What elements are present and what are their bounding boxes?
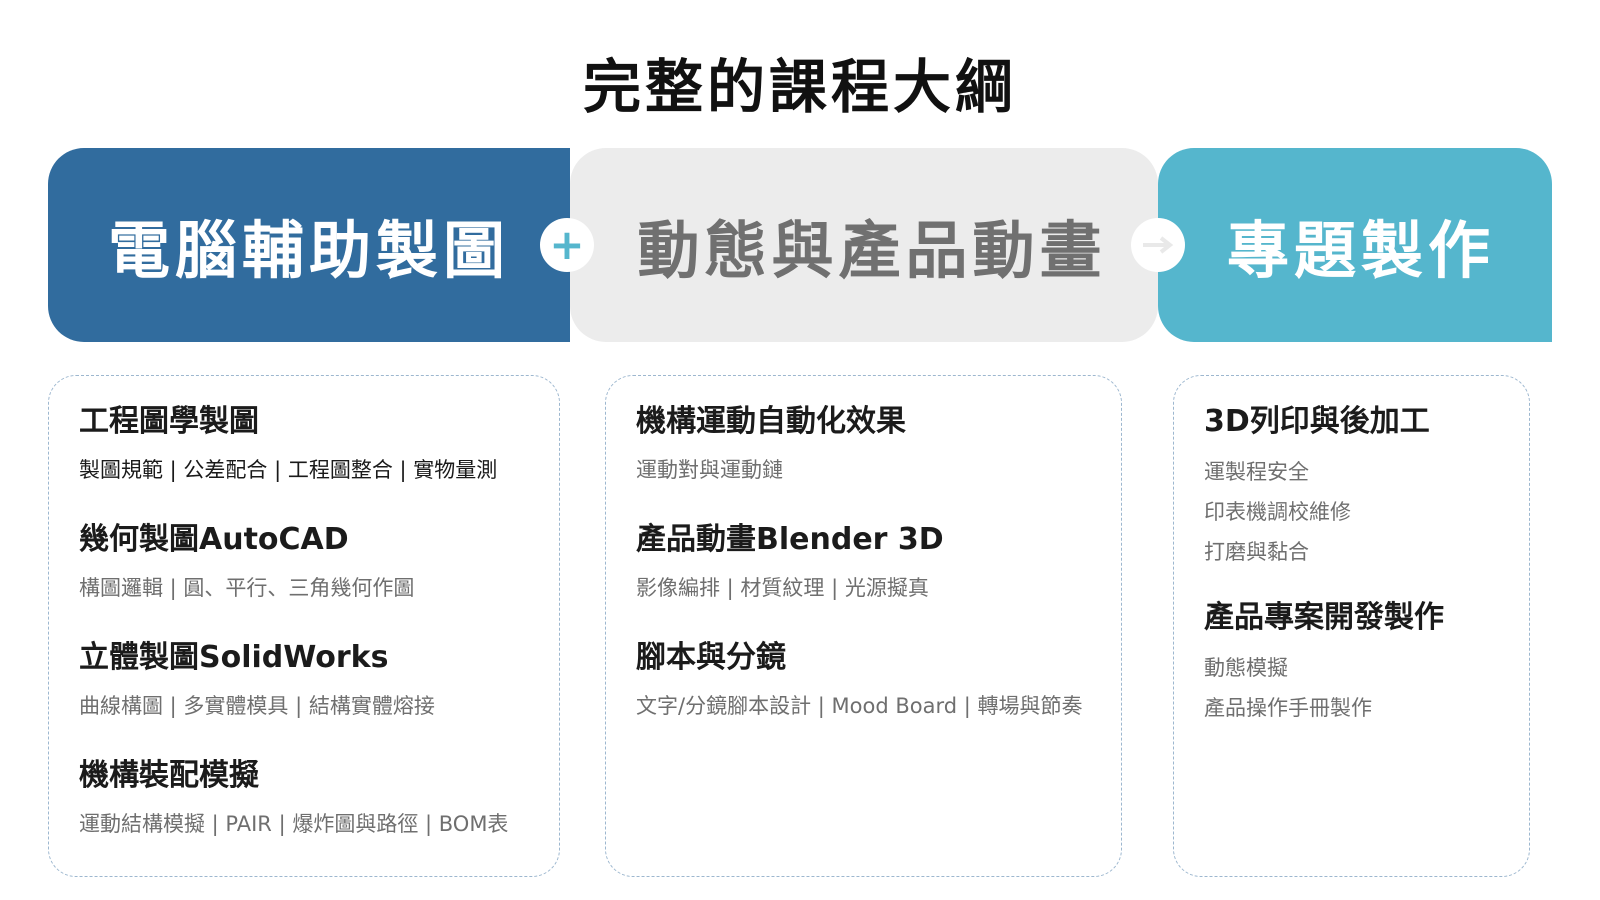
module-title: 幾何製圖AutoCAD <box>79 522 349 557</box>
list-item: 產品操作手冊製作 <box>1204 696 1372 720</box>
list-item: 印表機調校維修 <box>1204 500 1351 524</box>
stage-cad-drafting: 電腦輔助製圖 <box>48 148 570 342</box>
stage-motion-animation: 動態與產品動畫 <box>570 148 1158 342</box>
module-title: 機構運動自動化效果 <box>636 404 906 439</box>
card-project: 3D列印與後加工 運製程安全 印表機調校維修 打磨與黏合 產品專案開發製作 動態… <box>1173 375 1530 877</box>
module-title: 立體製圖SolidWorks <box>79 640 389 675</box>
module-item-list: 運製程安全 印表機調校維修 打磨與黏合 <box>1204 452 1521 572</box>
stage-label: 專題製作 <box>1226 214 1495 287</box>
module: 工程圖學製圖 製圖規範 | 公差配合 | 工程圖整合 | 實物量測 <box>79 396 551 484</box>
module: 機構運動自動化效果 運動對與運動鏈 <box>636 396 1113 484</box>
module: 產品動畫Blender 3D 影像編排 | 材質紋理 | 光源擬真 <box>636 514 1113 602</box>
arrow-right-icon <box>1131 218 1185 272</box>
stage-label: 動態與產品動畫 <box>637 214 1107 287</box>
card-cad-drafting: 工程圖學製圖 製圖規範 | 公差配合 | 工程圖整合 | 實物量測 幾何製圖Au… <box>48 375 560 877</box>
module-subtitle: 運動結構模擬 | PAIR | 爆炸圖與路徑 | BOM表 <box>79 812 509 836</box>
module-subtitle: 構圖邏輯 | 圓、平行、三角幾何作圖 <box>79 576 415 600</box>
module: 腳本與分鏡 文字/分鏡腳本設計 | Mood Board | 轉場與節奏 <box>636 632 1113 720</box>
stage-project: 專題製作 <box>1158 148 1552 342</box>
module-title: 3D列印與後加工 <box>1204 404 1430 439</box>
module-subtitle: 影像編排 | 材質紋理 | 光源擬真 <box>636 576 929 600</box>
module: 機構裝配模擬 運動結構模擬 | PAIR | 爆炸圖與路徑 | BOM表 <box>79 750 551 838</box>
module-subtitle: 曲線構圖 | 多實體模具 | 結構實體熔接 <box>79 694 435 718</box>
module-title: 產品動畫Blender 3D <box>636 522 944 557</box>
plus-icon: + <box>540 218 594 272</box>
module-item-list: 動態模擬 產品操作手冊製作 <box>1204 648 1521 728</box>
page-title: 完整的課程大綱 <box>582 53 1017 121</box>
module-title: 腳本與分鏡 <box>636 640 786 675</box>
module: 立體製圖SolidWorks 曲線構圖 | 多實體模具 | 結構實體熔接 <box>79 632 551 720</box>
list-item: 打磨與黏合 <box>1204 540 1309 564</box>
stage-label: 電腦輔助製圖 <box>107 214 510 287</box>
module-subtitle: 文字/分鏡腳本設計 | Mood Board | 轉場與節奏 <box>636 694 1083 718</box>
module-subtitle: 運動對與運動鏈 <box>636 458 783 482</box>
module: 產品專案開發製作 動態模擬 產品操作手冊製作 <box>1204 592 1521 728</box>
module-title: 工程圖學製圖 <box>79 404 259 439</box>
module: 3D列印與後加工 運製程安全 印表機調校維修 打磨與黏合 <box>1204 396 1521 572</box>
list-item: 動態模擬 <box>1204 656 1288 680</box>
list-item: 運製程安全 <box>1204 460 1309 484</box>
card-motion-animation: 機構運動自動化效果 運動對與運動鏈 產品動畫Blender 3D 影像編排 | … <box>605 375 1122 877</box>
module-subtitle: 製圖規範 | 公差配合 | 工程圖整合 | 實物量測 <box>79 458 498 482</box>
module: 幾何製圖AutoCAD 構圖邏輯 | 圓、平行、三角幾何作圖 <box>79 514 551 602</box>
module-title: 產品專案開發製作 <box>1204 600 1444 635</box>
module-title: 機構裝配模擬 <box>79 758 259 793</box>
